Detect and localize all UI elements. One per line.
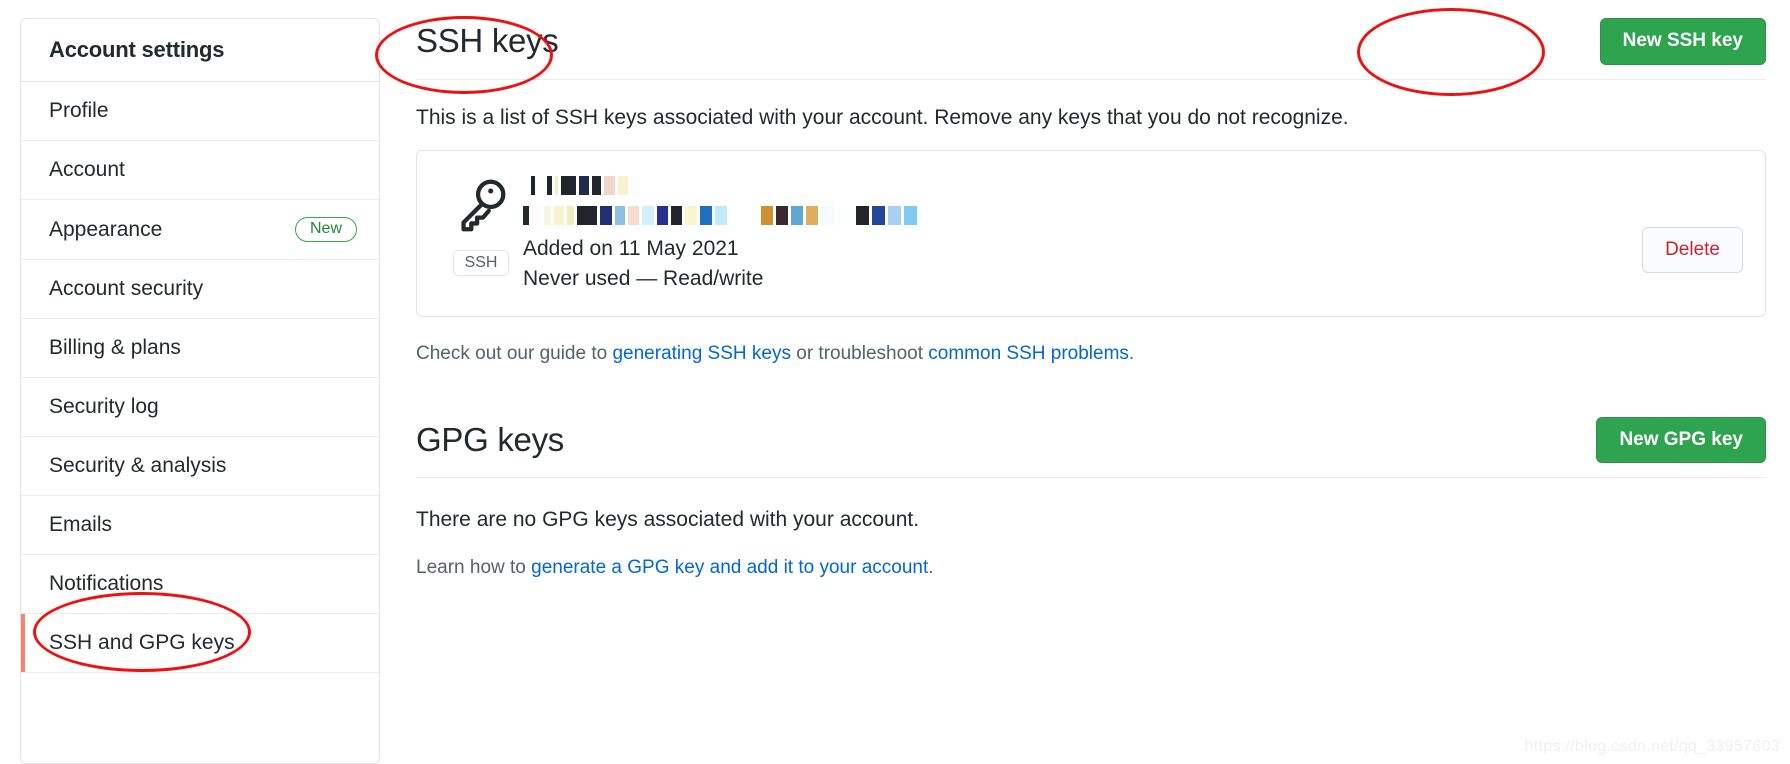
sidebar-item-label: SSH and GPG keys (49, 631, 235, 654)
ssh-description: This is a list of SSH keys associated wi… (416, 105, 1349, 129)
page-title: SSH keys (416, 22, 559, 60)
redaction-block (657, 206, 668, 226)
redaction-block (532, 206, 541, 226)
main-content: SSH keys New SSH key This is a list of S… (380, 18, 1790, 764)
sidebar-item-ssh-and-gpg-keys[interactable]: SSH and GPG keys (21, 614, 379, 673)
sidebar-item-notifications[interactable]: Notifications (21, 555, 379, 614)
sidebar-item-label: Account (49, 158, 125, 181)
sidebar-item-security-analysis[interactable]: Security & analysis (21, 437, 379, 496)
account-settings-sidebar: Account settings Profile Account Appearanc… (20, 18, 380, 764)
ssh-key-icon-column: SSH (439, 171, 523, 277)
sidebar-item-label: Security log (49, 395, 159, 418)
redaction-block (642, 206, 654, 226)
new-ssh-key-button[interactable]: New SSH key (1599, 18, 1766, 65)
sidebar-item-label: Account security (49, 277, 204, 300)
sidebar-item-badge: New (294, 217, 357, 242)
sidebar-item-label: Security & analysis (49, 454, 227, 477)
sidebar-item-account[interactable]: Account (21, 141, 379, 200)
redaction-block (730, 206, 758, 226)
sidebar-item-billing-plans[interactable]: Billing & plans (21, 319, 379, 378)
redaction-block (715, 206, 727, 226)
redaction-block (538, 176, 544, 196)
watermark: https://blog.csdn.net/qq_33957603 (1524, 738, 1780, 755)
redaction-block (821, 206, 834, 226)
common-ssh-problems-link[interactable]: common SSH problems (928, 343, 1129, 364)
delete-ssh-key-button[interactable]: Delete (1642, 226, 1743, 273)
gpg-learn-prefix: Learn how to (416, 557, 532, 579)
settings-page: Account settings Profile Account Appearanc… (0, 0, 1790, 764)
redaction-block (531, 176, 535, 196)
redaction-block (523, 176, 528, 196)
redaction-block (631, 176, 639, 196)
redaction-block (685, 206, 697, 226)
ssh-key-fingerprint-redacted (523, 205, 920, 227)
sidebar-item-emails[interactable]: Emails (21, 496, 379, 555)
sidebar-item-label: Profile (49, 99, 109, 122)
redaction-block (555, 176, 558, 196)
ssh-key-title-redacted (523, 175, 920, 197)
redaction-block (671, 206, 682, 226)
ssh-section-header: SSH keys New SSH key (416, 18, 1766, 80)
sidebar-heading: Account settings (21, 19, 379, 82)
new-gpg-key-button[interactable]: New GPG key (1596, 416, 1766, 464)
generate-gpg-key-link[interactable]: generate a GPG key and add it to your ac… (531, 557, 928, 578)
redaction-block (561, 176, 576, 196)
ssh-key-card: SSH Added on 11 May 2021 Never used — Re… (416, 149, 1766, 317)
guide-middle: or troubleshoot (790, 342, 929, 364)
redaction-block (761, 206, 773, 226)
redaction-block (592, 176, 601, 196)
redaction-block (872, 206, 885, 226)
gpg-learn-suffix: . (928, 557, 934, 579)
redaction-block (888, 206, 901, 226)
gpg-empty-message: There are no GPG keys associated with yo… (416, 508, 920, 532)
ssh-key-added-date: Added on 11 May 2021 (523, 236, 739, 260)
redaction-block (604, 176, 615, 196)
redaction-block (523, 206, 529, 226)
sidebar-item-account-security[interactable]: Account security (21, 260, 379, 319)
redaction-block (837, 206, 853, 226)
ssh-key-info: Added on 11 May 2021 Never used — Read/w… (523, 171, 920, 294)
redaction-block (579, 176, 589, 196)
redaction-block (615, 206, 625, 226)
ssh-guide-text: Check out our guide to generating SSH ke… (416, 343, 1766, 365)
ssh-key-usage: Never used — Read/write (523, 266, 764, 290)
gpg-section-header: GPG keys New GPG key (416, 416, 1766, 479)
guide-prefix: Check out our guide to (416, 342, 613, 364)
sidebar-item-label: Emails (49, 513, 113, 536)
gpg-title: GPG keys (416, 420, 564, 458)
redaction-block (776, 206, 788, 226)
redaction-block (628, 206, 639, 226)
sidebar-item-security-log[interactable]: Security log (21, 378, 379, 437)
redaction-block (544, 206, 551, 226)
redaction-block (600, 206, 612, 226)
redaction-block (577, 206, 597, 226)
redaction-block (554, 206, 564, 226)
redaction-block (700, 206, 712, 226)
ssh-type-badge: SSH (452, 249, 510, 277)
redaction-block (904, 206, 917, 226)
redaction-block (806, 206, 818, 226)
sidebar-item-appearance[interactable]: Appearance New (21, 200, 379, 260)
sidebar-item-profile[interactable]: Profile (21, 82, 379, 141)
redaction-block (547, 176, 552, 196)
sidebar-item-label: Notifications (49, 572, 164, 595)
redaction-block (856, 206, 869, 226)
gpg-learn-text: Learn how to generate a GPG key and add … (416, 557, 1766, 579)
sidebar-item-label: Appearance (49, 217, 163, 241)
ssh-key-details: SSH Added on 11 May 2021 Never used — Re… (439, 171, 920, 294)
key-icon (450, 175, 512, 242)
redaction-block (618, 176, 628, 196)
sidebar-item-label: Billing & plans (49, 336, 181, 359)
redaction-block (567, 206, 574, 226)
redaction-block (791, 206, 803, 226)
guide-suffix: . (1128, 342, 1135, 364)
generating-ssh-keys-link[interactable]: generating SSH keys (612, 343, 791, 364)
